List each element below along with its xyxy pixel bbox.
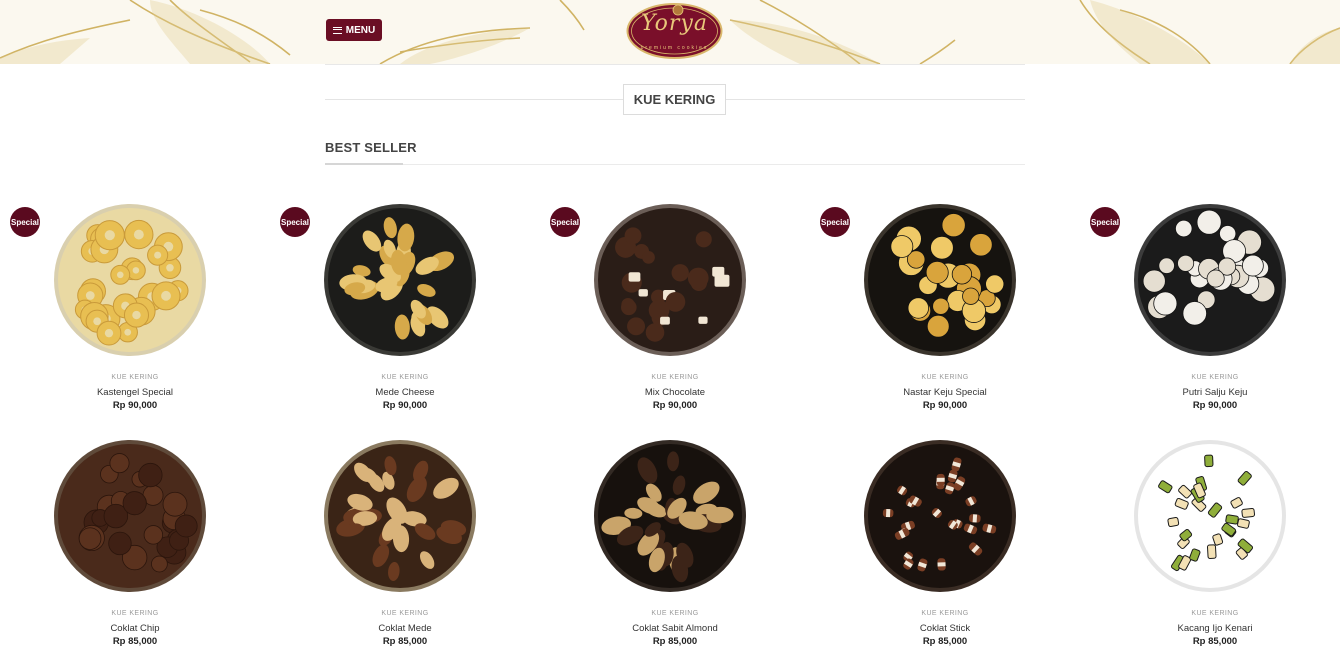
product-image[interactable] <box>1133 439 1287 593</box>
product-name[interactable]: Coklat Sabit Almond <box>540 623 810 634</box>
product-category[interactable]: KUE KERING <box>1080 374 1340 381</box>
site-logo[interactable]: Yorya premium cookies <box>626 1 723 61</box>
header-divider <box>325 64 1025 65</box>
product-image[interactable] <box>53 439 207 593</box>
special-badge: Special <box>280 207 310 237</box>
product-price: Rp 90,000 <box>652 400 698 411</box>
product-name[interactable]: Coklat Chip <box>0 623 270 634</box>
product-name[interactable]: Coklat Stick <box>810 623 1080 634</box>
product-card[interactable]: KUE KERING Coklat Sabit Almond Rp 85,000 <box>540 426 810 656</box>
product-category[interactable]: KUE KERING <box>0 610 270 617</box>
product-price: Rp 85,000 <box>382 636 428 647</box>
product-card[interactable]: Special KUE KERING Putri Salju Keju Rp 90,0… <box>1080 190 1340 420</box>
product-image[interactable] <box>593 439 747 593</box>
section-divider <box>325 164 1025 165</box>
product-image[interactable] <box>323 203 477 357</box>
section-title-underline <box>325 163 403 165</box>
product-category[interactable]: KUE KERING <box>540 374 810 381</box>
product-price: Rp 90,000 <box>112 400 158 411</box>
product-card[interactable]: KUE KERING Coklat Chip Rp 85,000 <box>0 426 270 656</box>
product-price: Rp 85,000 <box>922 636 968 647</box>
product-price: Rp 85,000 <box>112 636 158 647</box>
product-image[interactable] <box>53 203 207 357</box>
product-image[interactable] <box>593 203 747 357</box>
product-card[interactable]: KUE KERING Coklat Mede Rp 85,000 <box>270 426 540 656</box>
category-title: KUE KERING <box>623 84 726 115</box>
product-name[interactable]: Mede Cheese <box>270 387 540 398</box>
product-card[interactable]: KUE KERING Kacang Ijo Kenari Rp 85,000 <box>1080 426 1340 656</box>
product-price: Rp 85,000 <box>652 636 698 647</box>
product-image[interactable] <box>1133 203 1287 357</box>
product-category[interactable]: KUE KERING <box>270 374 540 381</box>
site-header: MENU Yorya premium cookies <box>0 0 1340 64</box>
special-badge: Special <box>10 207 40 237</box>
section-title: BEST SELLER <box>325 140 417 155</box>
product-image[interactable] <box>863 203 1017 357</box>
product-name[interactable]: Mix Chocolate <box>540 387 810 398</box>
product-category[interactable]: KUE KERING <box>0 374 270 381</box>
product-category[interactable]: KUE KERING <box>270 610 540 617</box>
product-card[interactable]: KUE KERING Coklat Stick Rp 85,000 <box>810 426 1080 656</box>
product-image[interactable] <box>863 439 1017 593</box>
hamburger-icon <box>332 26 342 34</box>
product-price: Rp 85,000 <box>1192 636 1238 647</box>
product-name[interactable]: Kacang Ijo Kenari <box>1080 623 1340 634</box>
product-category[interactable]: KUE KERING <box>540 610 810 617</box>
product-price: Rp 90,000 <box>1192 400 1238 411</box>
product-card[interactable]: Special KUE KERING Mede Cheese Rp 90,000 <box>270 190 540 420</box>
product-image[interactable] <box>323 439 477 593</box>
special-badge: Special <box>1090 207 1120 237</box>
product-category[interactable]: KUE KERING <box>810 374 1080 381</box>
product-card[interactable]: Special KUE KERING Mix Chocolate Rp 90,000 <box>540 190 810 420</box>
product-card[interactable]: Special KUE KERING Kastengel Special Rp 90,… <box>0 190 270 420</box>
product-card[interactable]: Special KUE KERING Nastar Keju Special Rp 9… <box>810 190 1080 420</box>
product-name[interactable]: Kastengel Special <box>0 387 270 398</box>
product-name[interactable]: Coklat Mede <box>270 623 540 634</box>
product-price: Rp 90,000 <box>382 400 428 411</box>
product-name[interactable]: Putri Salju Keju <box>1080 387 1340 398</box>
logo-text: Yorya <box>641 11 708 36</box>
special-badge: Special <box>820 207 850 237</box>
product-price: Rp 90,000 <box>922 400 968 411</box>
menu-button-label: MENU <box>345 24 376 36</box>
product-category[interactable]: KUE KERING <box>810 610 1080 617</box>
product-category[interactable]: KUE KERING <box>1080 610 1340 617</box>
special-badge: Special <box>550 207 580 237</box>
logo-subtext: premium cookies <box>640 45 709 51</box>
product-name[interactable]: Nastar Keju Special <box>810 387 1080 398</box>
menu-button[interactable]: MENU <box>326 19 382 41</box>
